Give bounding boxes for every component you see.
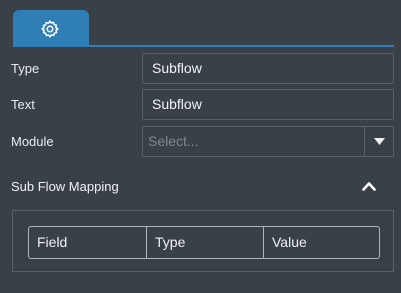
collapse-toggle[interactable] — [358, 176, 380, 196]
module-label: Module — [11, 134, 54, 149]
properties-panel: Type Subflow Text Subflow Module Select.… — [0, 0, 401, 293]
text-field[interactable]: Subflow — [142, 89, 394, 120]
mapping-container: Field Type Value — [12, 210, 394, 272]
column-header-type[interactable]: Type — [147, 227, 264, 258]
column-header-value[interactable]: Value — [264, 227, 379, 258]
section-title: Sub Flow Mapping — [11, 179, 119, 194]
dropdown-button[interactable] — [365, 127, 394, 156]
sub-flow-mapping-header[interactable]: Sub Flow Mapping — [0, 170, 401, 204]
gear-icon — [40, 19, 60, 39]
tab-settings[interactable] — [13, 10, 89, 46]
tab-strip — [0, 0, 401, 48]
module-select-placeholder: Select... — [148, 133, 199, 149]
type-field[interactable]: Subflow — [142, 53, 394, 84]
mapping-table-header: Field Type Value — [28, 226, 380, 259]
column-header-field[interactable]: Field — [29, 227, 147, 258]
chevron-up-icon — [362, 182, 376, 191]
type-label: Type — [11, 61, 40, 76]
caret-down-icon — [374, 138, 385, 145]
module-select[interactable]: Select... — [142, 126, 394, 157]
text-label: Text — [11, 97, 35, 112]
tab-underline — [13, 45, 394, 47]
